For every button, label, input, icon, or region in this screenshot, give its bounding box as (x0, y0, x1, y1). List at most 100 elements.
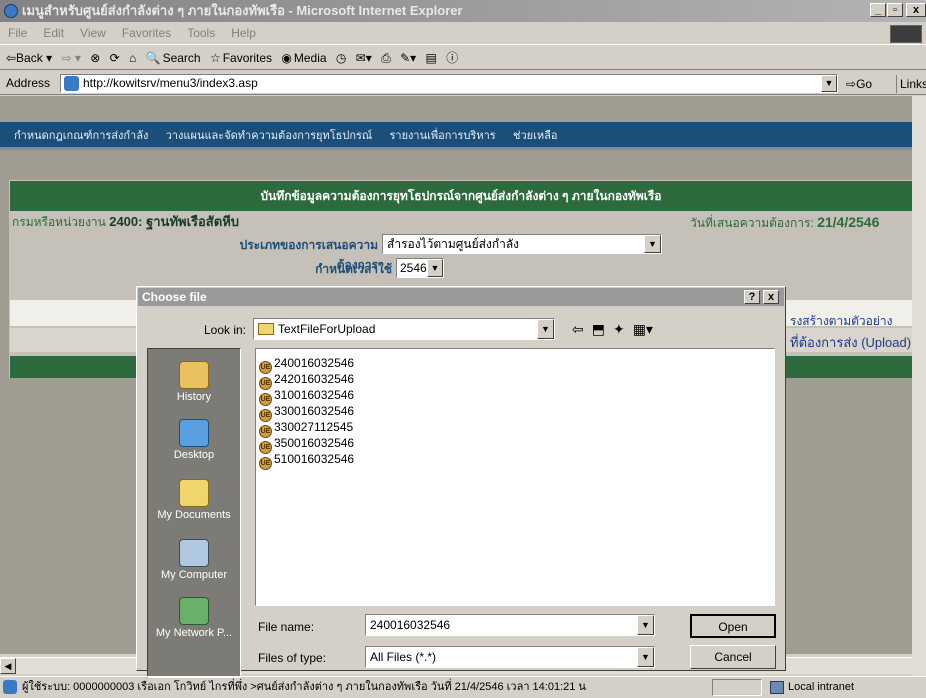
maximize-button[interactable]: ▫ (887, 3, 903, 17)
place-history-label: History (176, 391, 212, 403)
file-icon: UE (259, 457, 272, 470)
close-window-button[interactable]: x (906, 3, 926, 17)
upload-link[interactable]: ที่ต้องการส่ง (Upload) (790, 332, 912, 353)
place-desktop[interactable]: Desktop (148, 419, 240, 461)
form-header: บันทึกข้อมูลความต้องการยุทโธปกรณ์จากศูนย… (10, 181, 912, 211)
go-label: Go (856, 77, 873, 91)
menu-favorites[interactable]: Favorites (122, 26, 171, 40)
page-icon (64, 76, 79, 91)
toolbar: ⇦Back ▾ ⇨ ▾ ⊗ ⟳ ⌂ 🔍 Search ☆ Favorites ◉ Me… (0, 44, 926, 70)
links-button[interactable]: Links (896, 75, 926, 93)
file-list[interactable]: UE 240016032546 UE 242016032546 UE 31001603… (255, 348, 775, 606)
nav-planning[interactable]: วางแผนและจัดทำความต้องการยุทโธปกรณ์ (166, 130, 372, 142)
filetype-dropdown-button[interactable]: ▼ (637, 647, 654, 667)
home-icon[interactable]: ⌂ (129, 45, 136, 69)
file-name: 242016032546 (274, 372, 355, 386)
forward-button[interactable]: ⇨ ▾ (61, 45, 80, 69)
folder-icon (258, 323, 274, 335)
scroll-left-button[interactable]: ◀ (0, 658, 16, 674)
lookin-select[interactable]: TextFileForUpload ▼ (253, 318, 555, 340)
file-item[interactable]: UE 510016032546 (259, 451, 354, 470)
dialog-close-button[interactable]: x (763, 290, 779, 304)
place-my-computer[interactable]: My Computer (148, 539, 240, 581)
place-my-documents[interactable]: My Documents (148, 479, 240, 521)
discuss-icon[interactable]: ▤ (426, 45, 437, 69)
media-button[interactable]: ◉ Media (281, 45, 326, 69)
filetype-value: All Files (*.*) (370, 650, 437, 664)
file-item[interactable]: UE 310016032546 (259, 387, 355, 406)
print-icon[interactable]: ⎙ (381, 45, 391, 69)
address-label: Address (6, 76, 51, 90)
menu-help[interactable]: Help (231, 26, 256, 40)
type-dropdown-button[interactable]: ▼ (644, 235, 661, 253)
status-text: ผู้ใช้ระบบ: 0000000003 เรือเอก โกวิทย์ ไ… (22, 681, 586, 693)
cancel-button[interactable]: Cancel (690, 645, 776, 669)
back-button[interactable]: ⇦Back ▾ (6, 45, 52, 69)
period-select[interactable]: 2546 ▼ (396, 258, 444, 278)
lookin-value: TextFileForUpload (278, 322, 376, 336)
menu-view[interactable]: View (80, 26, 106, 40)
place-history[interactable]: History (148, 361, 240, 403)
window-title: เมนูสำหรับศูนย์ส่งกำลังต่าง ๆ ภายในกองทั… (22, 3, 463, 18)
messenger-icon[interactable]: ⓘ (446, 45, 458, 69)
type-select-value: สำรองไว้ตามศูนย์ส่งกำลัง (387, 237, 520, 251)
favorites-button[interactable]: ☆ Favorites (210, 45, 272, 69)
status-bar: ผู้ใช้ระบบ: 0000000003 เรือเอก โกวิทย์ ไ… (0, 676, 926, 697)
my-documents-icon (179, 479, 209, 507)
place-my-network[interactable]: My Network P... (148, 597, 240, 639)
address-dropdown-button[interactable]: ▼ (821, 75, 837, 92)
filename-input[interactable]: 240016032546 ▼ (365, 614, 655, 636)
dialog-toolbar: ⇦ ⬒ ✦ ▦▾ (572, 318, 712, 340)
search-icon: 🔍 (145, 51, 161, 65)
new-folder-icon[interactable]: ✦ (613, 321, 625, 337)
menu-file[interactable]: File (8, 26, 27, 40)
open-button[interactable]: Open (690, 614, 776, 638)
period-label: กำหนดเวลาใช้ (315, 262, 392, 276)
status-page-icon (3, 680, 17, 694)
back-folder-icon[interactable]: ⇦ (572, 321, 584, 337)
minimize-button[interactable]: _ (870, 3, 886, 17)
vertical-scrollbar[interactable] (912, 96, 926, 676)
unit-label: กรมหรือหน่วยงาน (12, 215, 106, 229)
dialog-help-button[interactable]: ? (744, 290, 760, 304)
nav-rules[interactable]: กำหนดกฎเกณฑ์การส่งกำลัง (14, 130, 148, 142)
place-my-computer-label: My Computer (160, 569, 228, 581)
file-item[interactable]: UE 240016032546 (259, 355, 355, 374)
lookin-dropdown-button[interactable]: ▼ (537, 319, 554, 339)
template-link[interactable]: รงสร้างตามตัวอย่าง (790, 312, 892, 331)
file-name: 240016032546 (274, 356, 355, 370)
go-button[interactable]: ⇨Go (846, 75, 872, 93)
unit-value: 2400: ฐานทัพเรือสัตหีบ (109, 214, 240, 229)
stop-icon[interactable]: ⊗ (90, 45, 100, 69)
zone-label: Local intranet (788, 681, 855, 693)
nav-help[interactable]: ช่วยเหลือ (513, 130, 557, 142)
menu-bar: File Edit View Favorites Tools Help (0, 22, 926, 44)
file-name: 310016032546 (274, 388, 355, 402)
menu-tools[interactable]: Tools (187, 26, 215, 40)
menu-edit[interactable]: Edit (43, 26, 64, 40)
ie-logo-icon (4, 4, 18, 18)
filename-dropdown-button[interactable]: ▼ (637, 615, 654, 635)
file-item[interactable]: UE 350016032546 (259, 435, 354, 454)
place-desktop-label: Desktop (173, 449, 215, 461)
address-input[interactable]: http://kowitsrv/menu3/index3.asp ▼ (60, 74, 838, 93)
filetype-label: Files of type: (258, 651, 327, 665)
file-name: 330016032546 (274, 404, 355, 418)
file-item[interactable]: UE 330016032546 (259, 403, 355, 422)
mail-icon[interactable]: ✉▾ (356, 45, 372, 69)
search-button[interactable]: 🔍 Search (145, 45, 201, 69)
period-select-value: 2546 (400, 261, 427, 275)
refresh-icon[interactable]: ⟳ (110, 45, 120, 69)
history-icon[interactable]: ◷ (336, 45, 346, 69)
file-item[interactable]: UE 330027112545 (259, 419, 353, 438)
file-item[interactable]: UE 242016032546 (259, 371, 355, 390)
address-url: http://kowitsrv/menu3/index3.asp (83, 76, 258, 90)
period-dropdown-button[interactable]: ▼ (427, 259, 443, 277)
nav-reports[interactable]: รายงานเพื่อการบริหาร (389, 130, 495, 142)
edit-icon[interactable]: ✎▾ (400, 45, 416, 69)
filetype-select[interactable]: All Files (*.*) ▼ (365, 646, 655, 668)
up-folder-icon[interactable]: ⬒ (592, 321, 605, 337)
type-select[interactable]: สำรองไว้ตามศูนย์ส่งกำลัง ▼ (382, 234, 662, 254)
place-my-documents-label: My Documents (157, 509, 231, 521)
view-menu-icon[interactable]: ▦▾ (633, 321, 653, 337)
